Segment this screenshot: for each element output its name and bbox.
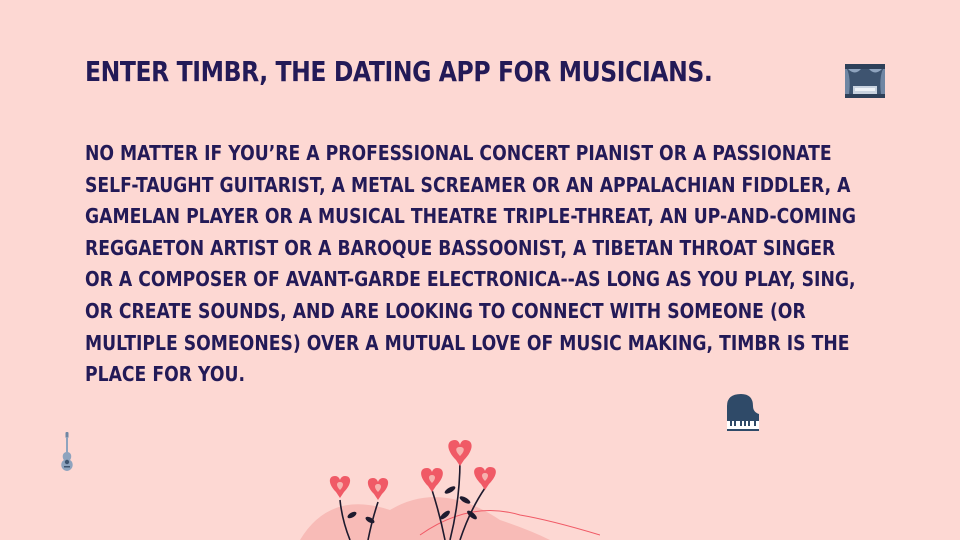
title-prefix: Enter	[85, 55, 177, 88]
title-brand: Timbr	[176, 55, 260, 88]
stage-curtain-icon	[845, 64, 885, 98]
ukulele-icon	[61, 432, 73, 471]
slide-title: Enter Timbr, the dating app for musician…	[85, 52, 713, 92]
grand-piano-icon	[727, 394, 759, 431]
slide-body-text: No matter if you’re a professional conce…	[85, 141, 857, 387]
heart-flowers-illustration	[300, 440, 600, 540]
slide: Enter Timbr, the dating app for musician…	[0, 0, 960, 540]
title-suffix: , the dating app for musicians.	[259, 55, 713, 88]
